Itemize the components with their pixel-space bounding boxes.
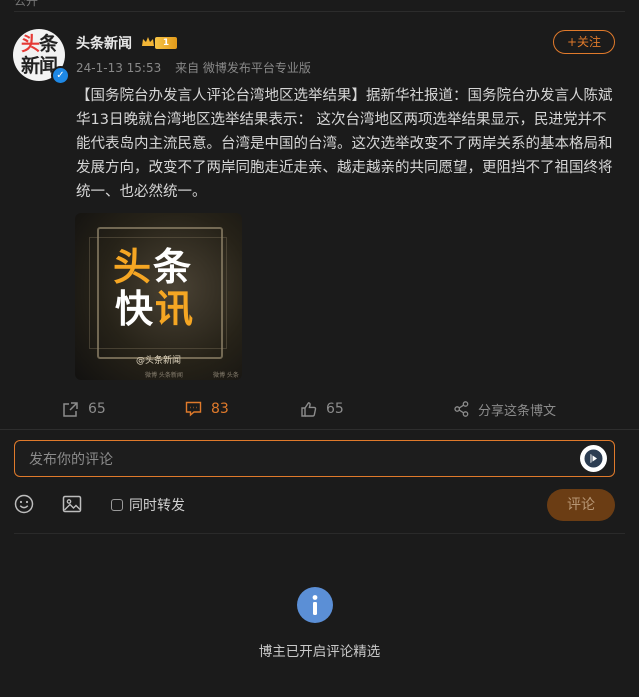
share-label: 分享这条博文 xyxy=(478,403,557,419)
repost-icon xyxy=(63,401,78,417)
submit-comment-button[interactable]: 评论 xyxy=(547,489,615,521)
thumbs-up-icon xyxy=(301,401,317,417)
checkbox-box[interactable] xyxy=(111,499,123,511)
repost-button[interactable]: 65 xyxy=(62,399,106,419)
emoji-icon[interactable] xyxy=(14,494,34,514)
crown-icon xyxy=(142,37,154,46)
image-title-line2: 快讯 xyxy=(115,287,196,331)
image-title-line1: 头条 xyxy=(113,245,194,289)
author-name[interactable]: 头条新闻 xyxy=(76,33,132,53)
follow-button[interactable]: +关注 xyxy=(553,30,615,54)
repost-checkbox[interactable]: 同时转发 xyxy=(111,495,185,515)
top-strip-text: 公开 xyxy=(14,0,39,8)
top-divider xyxy=(14,11,625,12)
divider xyxy=(14,533,625,534)
info-icon xyxy=(297,587,333,623)
repost-count: 65 xyxy=(88,401,106,417)
post-meta: 24-1-13 15:53 来自 微博发布平台专业版 xyxy=(76,59,321,76)
verified-badge-icon: ✓ xyxy=(51,66,70,85)
image-icon[interactable] xyxy=(62,494,82,514)
ai-assistant-button[interactable] xyxy=(580,445,607,472)
like-button[interactable]: 65 xyxy=(300,399,344,419)
level-badge: 1 xyxy=(155,37,177,49)
ai-assistant-icon xyxy=(584,449,603,468)
post-image[interactable]: 头条 快讯 @头条新闻 微博 头条新闻 微博 头条新闻 xyxy=(75,213,242,380)
image-watermark: 微博 头条新闻 xyxy=(213,372,239,379)
post-date[interactable]: 24-1-13 15:53 xyxy=(76,61,161,75)
like-count: 65 xyxy=(326,401,344,417)
comment-curation-notice: 博主已开启评论精选 xyxy=(258,644,381,660)
share-button[interactable]: 分享这条博文 xyxy=(454,399,556,419)
post-text: 【国务院台办发言人评论台湾地区选举结果】据新华社报道：国务院台办发言人陈斌华13… xyxy=(76,88,613,200)
comment-input[interactable] xyxy=(27,441,571,478)
comment-icon xyxy=(185,401,202,417)
divider xyxy=(0,429,639,430)
repost-checkbox-label: 同时转发 xyxy=(129,498,185,514)
comment-box[interactable] xyxy=(14,440,615,478)
share-icon xyxy=(454,401,469,417)
image-handle: @头条新闻 xyxy=(135,356,181,366)
comment-count: 83 xyxy=(211,401,229,417)
image-watermark: 微博 头条新闻 xyxy=(145,372,183,379)
comment-button[interactable]: 83 xyxy=(185,399,229,419)
post-source: 来自 微博发布平台专业版 xyxy=(175,61,311,75)
